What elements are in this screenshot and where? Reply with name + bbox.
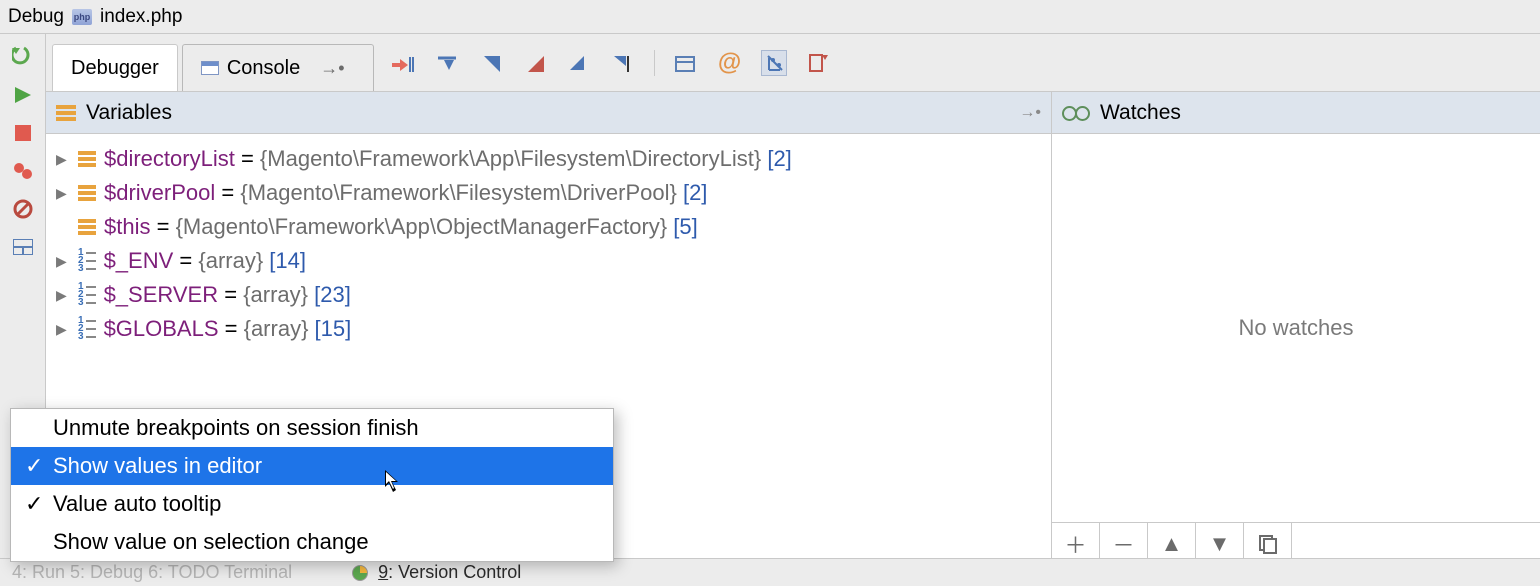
at-sign-icon[interactable]: @: [717, 50, 743, 76]
tab-console[interactable]: Console →•: [182, 44, 374, 91]
variables-list[interactable]: ▶ $directoryList = {Magento\Framework\Ap…: [46, 134, 1051, 354]
expand-icon[interactable]: ▶: [56, 185, 70, 202]
tab-console-label: Console: [227, 57, 300, 80]
layout-settings-icon[interactable]: [12, 236, 34, 258]
variable-row[interactable]: ▶ 123 $_SERVER = {array} [23]: [46, 278, 1051, 312]
settings-toggle-icon[interactable]: [761, 50, 787, 76]
pin-frame-icon[interactable]: [805, 50, 831, 76]
menu-item-show-values-in-editor[interactable]: ✓ Show values in editor: [11, 447, 613, 485]
variable-row[interactable]: ▶ 123 $_ENV = {array} [14]: [46, 244, 1051, 278]
evaluate-expression-icon[interactable]: [673, 50, 699, 76]
variables-pane-pin-icon[interactable]: →•: [1019, 104, 1041, 122]
menu-item-unmute-breakpoints[interactable]: Unmute breakpoints on session finish: [11, 409, 613, 447]
debug-settings-context-menu: Unmute breakpoints on session finish ✓ S…: [10, 408, 614, 562]
checkmark-icon: ✓: [25, 491, 43, 517]
watches-header: Watches: [1052, 92, 1540, 134]
array-icon: 123: [78, 249, 96, 273]
version-control-tab[interactable]: 9: Version Control: [378, 562, 521, 583]
expand-icon[interactable]: ▶: [56, 151, 70, 168]
checkmark-icon: ✓: [25, 453, 43, 479]
variable-row[interactable]: ▶ $directoryList = {Magento\Framework\Ap…: [46, 142, 1051, 176]
step-out-icon[interactable]: [522, 50, 548, 76]
object-icon: [78, 185, 96, 201]
variables-header: Variables →•: [46, 92, 1051, 134]
run-to-cursor-icon[interactable]: [610, 50, 636, 76]
array-icon: 123: [78, 283, 96, 307]
force-step-into-icon[interactable]: [566, 50, 592, 76]
status-bar: 4: Run 5: Debug 6: TODO Terminal 9: Vers…: [0, 558, 1540, 586]
pin-tab-icon[interactable]: →•: [300, 58, 354, 79]
debug-tab-bar: Debugger Console →• @: [46, 34, 1540, 92]
variable-row[interactable]: ▶ $driverPool = {Magento\Framework\Files…: [46, 176, 1051, 210]
object-icon: [78, 151, 96, 167]
menu-item-show-value-on-selection-change[interactable]: Show value on selection change: [11, 523, 613, 561]
version-control-icon: [352, 565, 368, 581]
file-name-label: index.php: [100, 6, 182, 28]
mouse-cursor-icon: [384, 470, 402, 494]
variables-title: Variables: [86, 101, 172, 125]
watches-title: Watches: [1100, 101, 1181, 125]
tab-debugger-label: Debugger: [71, 57, 159, 80]
array-icon: 123: [78, 317, 96, 341]
watches-empty-label: No watches: [1052, 134, 1540, 522]
console-icon: [201, 61, 219, 75]
php-file-icon: php: [72, 9, 92, 25]
expand-icon[interactable]: ▶: [56, 321, 70, 338]
tab-debugger[interactable]: Debugger: [52, 44, 178, 91]
file-context-bar: Debug php index.php: [0, 0, 1540, 34]
step-over-icon[interactable]: [434, 50, 460, 76]
variable-row[interactable]: ▶ $this = {Magento\Framework\App\ObjectM…: [46, 210, 1051, 244]
variable-row[interactable]: ▶ 123 $GLOBALS = {array} [15]: [46, 312, 1051, 346]
debug-mode-label: Debug: [8, 6, 64, 28]
expand-icon[interactable]: ▶: [56, 253, 70, 270]
step-toolbar: @: [374, 34, 831, 91]
variables-header-icon: [56, 105, 76, 121]
show-execution-point-icon[interactable]: [390, 50, 416, 76]
resume-icon[interactable]: [12, 84, 34, 106]
watches-pane: Watches No watches ＋ － ▲ ▼: [1052, 92, 1540, 564]
status-bar-faded-items: 4: Run 5: Debug 6: TODO Terminal: [12, 562, 292, 583]
object-icon: [78, 219, 96, 235]
toolbar-separator: [654, 50, 655, 76]
step-into-icon[interactable]: [478, 50, 504, 76]
menu-item-value-auto-tooltip[interactable]: ✓ Value auto tooltip: [11, 485, 613, 523]
breakpoints-icon[interactable]: [12, 160, 34, 182]
mute-breakpoints-icon[interactable]: [12, 198, 34, 220]
rerun-icon[interactable]: [12, 46, 34, 68]
stop-icon[interactable]: [12, 122, 34, 144]
expand-icon[interactable]: ▶: [56, 287, 70, 304]
watches-icon: [1062, 106, 1090, 120]
